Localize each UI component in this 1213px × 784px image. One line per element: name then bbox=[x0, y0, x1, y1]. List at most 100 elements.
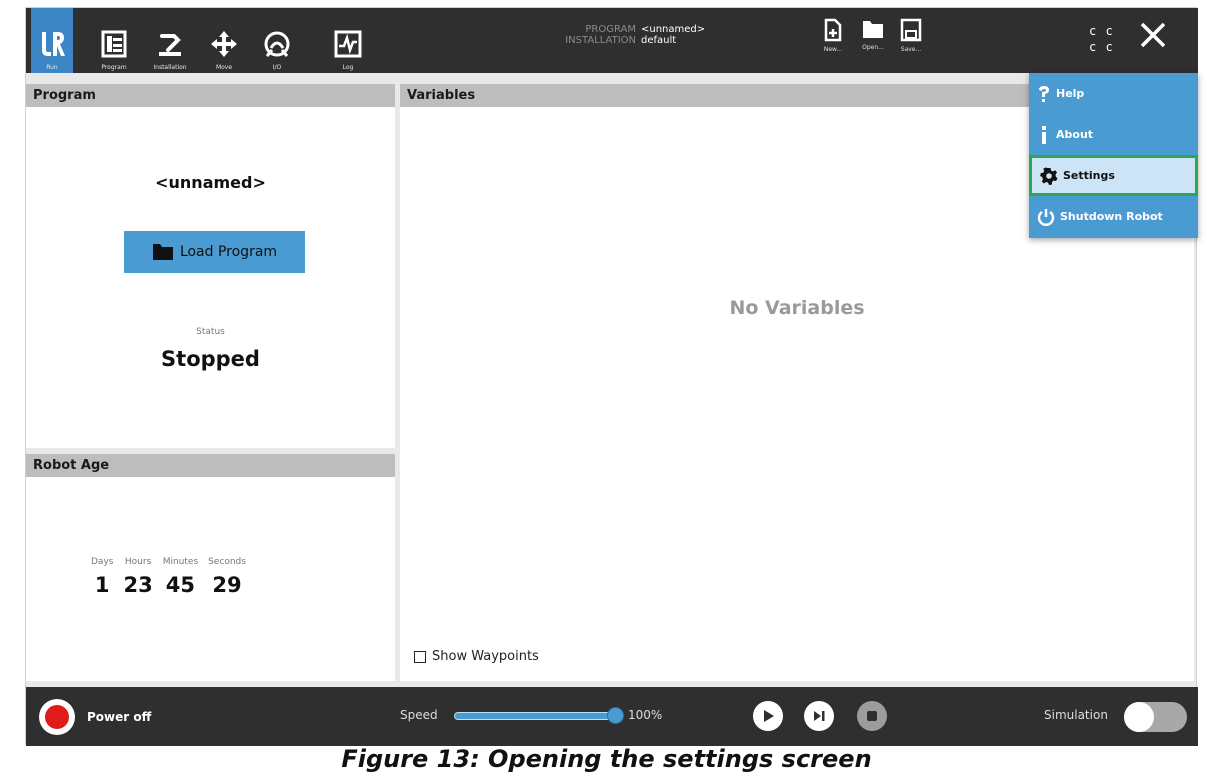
simulation-toggle[interactable] bbox=[1124, 702, 1187, 732]
robot-age-values: Days 1 Hours 23 Minutes 45 Seconds 29 bbox=[91, 557, 256, 597]
tab-io-label: I/O bbox=[272, 64, 282, 71]
cc-line-1: c c bbox=[1089, 24, 1114, 38]
age-minutes: Minutes 45 bbox=[163, 557, 198, 597]
tab-installation[interactable]: Installation bbox=[144, 8, 196, 73]
play-icon bbox=[764, 710, 774, 722]
age-days-label: Days bbox=[91, 557, 114, 567]
program-label: PROGRAM bbox=[585, 24, 636, 35]
stop-icon bbox=[867, 711, 877, 721]
tab-move[interactable]: Move bbox=[202, 8, 246, 73]
age-seconds: Seconds 29 bbox=[208, 557, 246, 597]
new-button[interactable]: New... bbox=[813, 18, 853, 68]
speed-value: 100% bbox=[628, 708, 663, 722]
info-icon bbox=[1042, 125, 1046, 144]
top-toolbar: Run Program Installation Move I/O Log PR… bbox=[26, 8, 1198, 73]
program-tree-icon bbox=[101, 30, 127, 58]
simulation-toggle-knob bbox=[1124, 702, 1154, 732]
tab-log-label: Log bbox=[342, 64, 354, 71]
age-days: Days 1 bbox=[91, 557, 113, 597]
age-minutes-label: Minutes bbox=[162, 557, 199, 567]
speed-slider-handle[interactable] bbox=[607, 707, 624, 724]
menu-item-settings[interactable]: Settings bbox=[1029, 155, 1198, 196]
installation-label: INSTALLATION bbox=[565, 35, 636, 46]
new-file-icon bbox=[824, 18, 842, 42]
save-button[interactable]: Save... bbox=[891, 18, 931, 68]
ur-logo-icon bbox=[42, 32, 65, 56]
tab-program[interactable]: Program bbox=[92, 8, 136, 73]
tab-move-label: Move bbox=[215, 64, 233, 71]
speed-label: Speed bbox=[400, 708, 438, 722]
folder-icon bbox=[863, 21, 883, 38]
age-minutes-value: 45 bbox=[165, 573, 196, 597]
step-icon bbox=[814, 711, 825, 721]
menu-item-about[interactable]: About bbox=[1029, 114, 1198, 155]
power-icon bbox=[1037, 208, 1055, 226]
program-name: <unnamed> bbox=[155, 173, 266, 192]
tab-io[interactable]: I/O bbox=[255, 8, 299, 73]
menu-about-label: About bbox=[1056, 128, 1094, 141]
close-icon bbox=[1140, 22, 1166, 48]
menu-item-shutdown[interactable]: Shutdown Robot bbox=[1029, 196, 1198, 237]
simulation-label: Simulation bbox=[1044, 708, 1108, 722]
status-value: Stopped bbox=[161, 347, 260, 371]
robot-age-header: Robot Age bbox=[26, 454, 395, 477]
load-program-label: Load Program bbox=[179, 244, 278, 260]
bottom-status-bar: Power off Speed 100% Simulation bbox=[26, 687, 1198, 746]
program-value: <unnamed> bbox=[641, 24, 706, 35]
no-variables-text: No Variables bbox=[729, 297, 865, 319]
connection-indicator: c c c c bbox=[1089, 23, 1114, 55]
show-waypoints-toggle[interactable]: Show Waypoints bbox=[414, 649, 539, 664]
power-label: Power off bbox=[87, 710, 152, 724]
cc-line-2: c c bbox=[1089, 40, 1114, 54]
robot-arm-icon bbox=[159, 34, 181, 56]
show-waypoints-label: Show Waypoints bbox=[432, 649, 539, 664]
save-button-label: Save... bbox=[900, 46, 922, 53]
close-menu-button[interactable] bbox=[1138, 20, 1168, 54]
program-panel-title: Program bbox=[33, 88, 96, 103]
tab-installation-label: Installation bbox=[153, 64, 187, 71]
menu-item-help[interactable]: Help bbox=[1029, 73, 1198, 114]
io-gauge-icon bbox=[264, 31, 290, 57]
power-control[interactable]: Power off bbox=[39, 699, 151, 735]
hamburger-dropdown-menu: Help About Settings Shutdown Robot bbox=[1029, 73, 1198, 238]
gear-icon bbox=[1040, 167, 1058, 185]
age-hours: Hours 23 bbox=[123, 557, 152, 597]
age-hours-label: Hours bbox=[124, 557, 152, 567]
figure-caption: Figure 13: Opening the settings screen bbox=[341, 745, 872, 773]
log-waveform-icon bbox=[334, 30, 362, 58]
help-icon bbox=[1039, 85, 1049, 102]
robot-ui-window: Run Program Installation Move I/O Log PR… bbox=[25, 7, 1198, 746]
speed-slider[interactable] bbox=[454, 712, 620, 720]
tab-program-label: Program bbox=[101, 64, 127, 71]
menu-settings-label: Settings bbox=[1063, 169, 1115, 182]
robot-age-panel: Days 1 Hours 23 Minutes 45 Seconds 29 bbox=[26, 477, 395, 681]
save-disk-icon bbox=[900, 18, 922, 42]
power-status-indicator bbox=[45, 705, 69, 729]
tab-log[interactable]: Log bbox=[326, 8, 370, 73]
show-waypoints-checkbox[interactable] bbox=[414, 650, 426, 663]
age-seconds-label: Seconds bbox=[208, 557, 246, 567]
folder-icon bbox=[152, 244, 173, 260]
stop-button[interactable] bbox=[857, 701, 887, 731]
tab-run[interactable]: Run bbox=[31, 8, 73, 73]
step-button[interactable] bbox=[804, 701, 834, 731]
age-hours-value: 23 bbox=[123, 573, 153, 597]
variables-panel-title: Variables bbox=[407, 88, 476, 103]
age-seconds-value: 29 bbox=[212, 573, 242, 597]
program-panel: <unnamed> Load Program Status Stopped bbox=[26, 107, 395, 448]
menu-help-label: Help bbox=[1056, 87, 1085, 100]
new-button-label: New... bbox=[823, 46, 843, 53]
installation-value: default bbox=[641, 35, 677, 46]
tab-run-label: Run bbox=[46, 64, 58, 71]
open-button[interactable]: Open... bbox=[853, 18, 893, 68]
load-program-button[interactable]: Load Program bbox=[124, 231, 305, 273]
power-off-button[interactable] bbox=[39, 699, 75, 735]
open-button-label: Open... bbox=[862, 44, 884, 51]
status-label: Status bbox=[196, 327, 225, 337]
age-days-value: 1 bbox=[94, 573, 110, 597]
program-info: PROGRAM <unnamed> INSTALLATION default bbox=[546, 24, 705, 46]
move-arrows-icon bbox=[211, 31, 237, 57]
menu-shutdown-label: Shutdown Robot bbox=[1060, 210, 1163, 223]
play-button[interactable] bbox=[753, 701, 783, 731]
robot-age-title: Robot Age bbox=[33, 458, 110, 473]
